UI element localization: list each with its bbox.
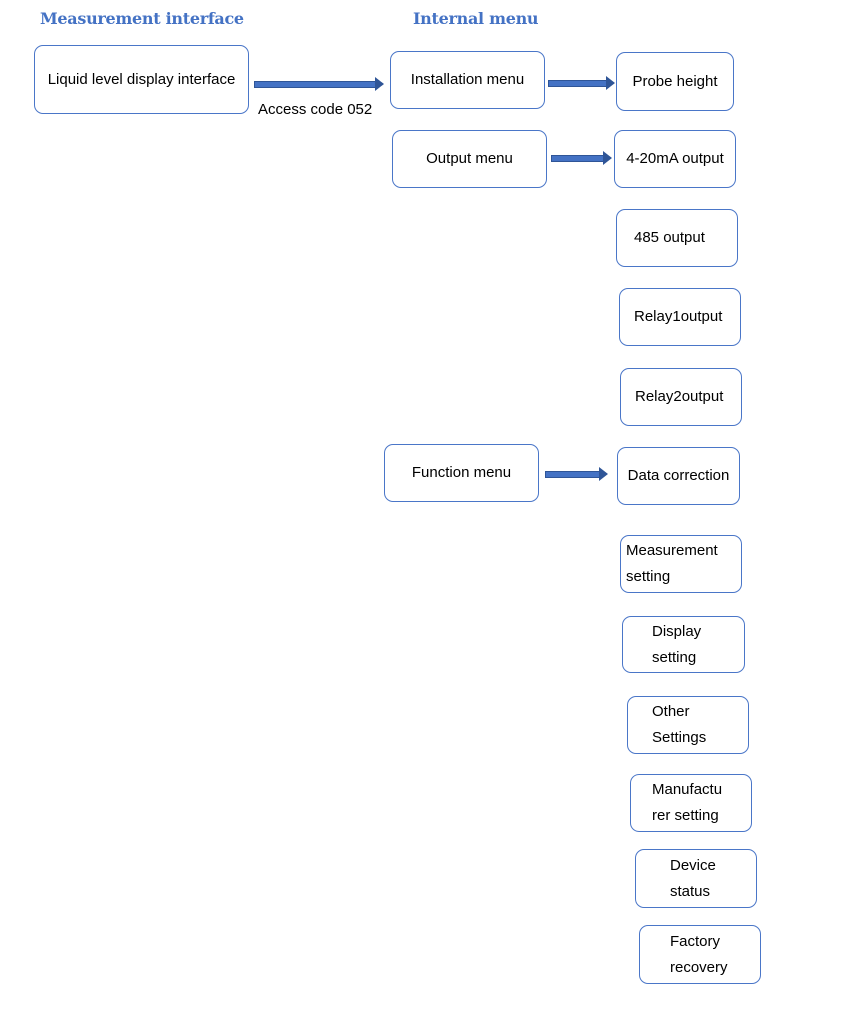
installation-menu-node: Installation menu (390, 51, 545, 109)
output-menu-node: Output menu (392, 130, 547, 188)
measurement-interface-header: Measurement interface (40, 9, 244, 28)
probe-height-node: Probe height (616, 52, 734, 111)
ma-output-node: 4-20mA output (614, 130, 736, 188)
device-status-node: Device status (635, 849, 757, 908)
liquid-level-display-node: Liquid level display interface (34, 45, 249, 114)
display-setting-node: Display setting (622, 616, 745, 673)
other-settings-node: Other Settings (627, 696, 749, 754)
manufacturer-setting-node: Manufactu rer setting (630, 774, 752, 832)
data-correction-node: Data correction (617, 447, 740, 505)
access-code-label: Access code 052 (258, 101, 373, 118)
function-menu-node: Function menu (384, 444, 539, 502)
measurement-setting-node: Measurement setting (620, 535, 742, 593)
relay1-output-node: Relay1output (619, 288, 741, 346)
internal-menu-header: Internal menu (413, 9, 539, 28)
arrow-right-icon (548, 76, 615, 90)
relay2-output-node: Relay2output (620, 368, 742, 426)
arrow-right-icon (551, 151, 612, 165)
arrow-right-icon (254, 77, 384, 91)
arrow-right-icon (545, 467, 608, 481)
factory-recovery-node: Factory recovery (639, 925, 761, 984)
rs485-output-node: 485 output (616, 209, 738, 267)
